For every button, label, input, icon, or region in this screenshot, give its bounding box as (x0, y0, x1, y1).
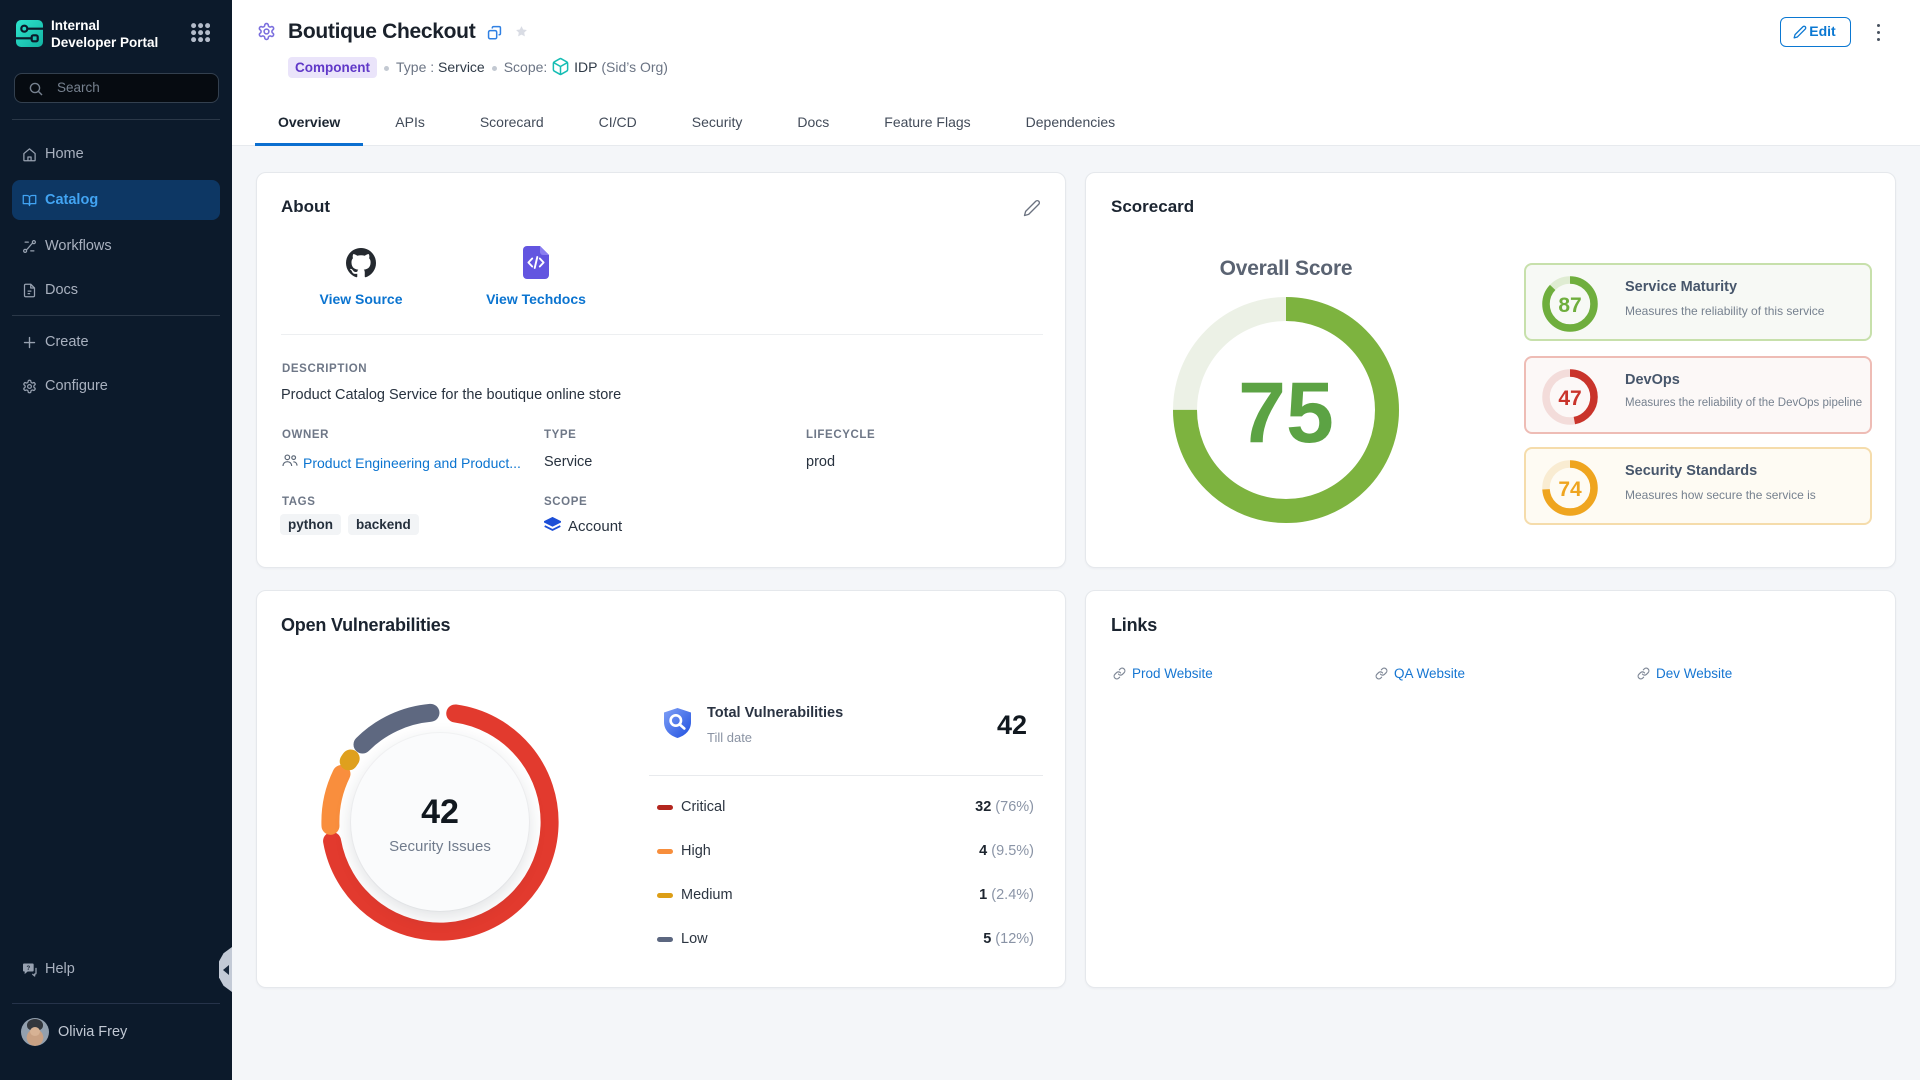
svg-text:87: 87 (1558, 294, 1581, 317)
svg-text:74: 74 (1558, 478, 1582, 501)
svg-text:75: 75 (1238, 365, 1334, 461)
svg-text:?: ? (26, 966, 30, 972)
svg-text:47: 47 (1558, 387, 1581, 410)
